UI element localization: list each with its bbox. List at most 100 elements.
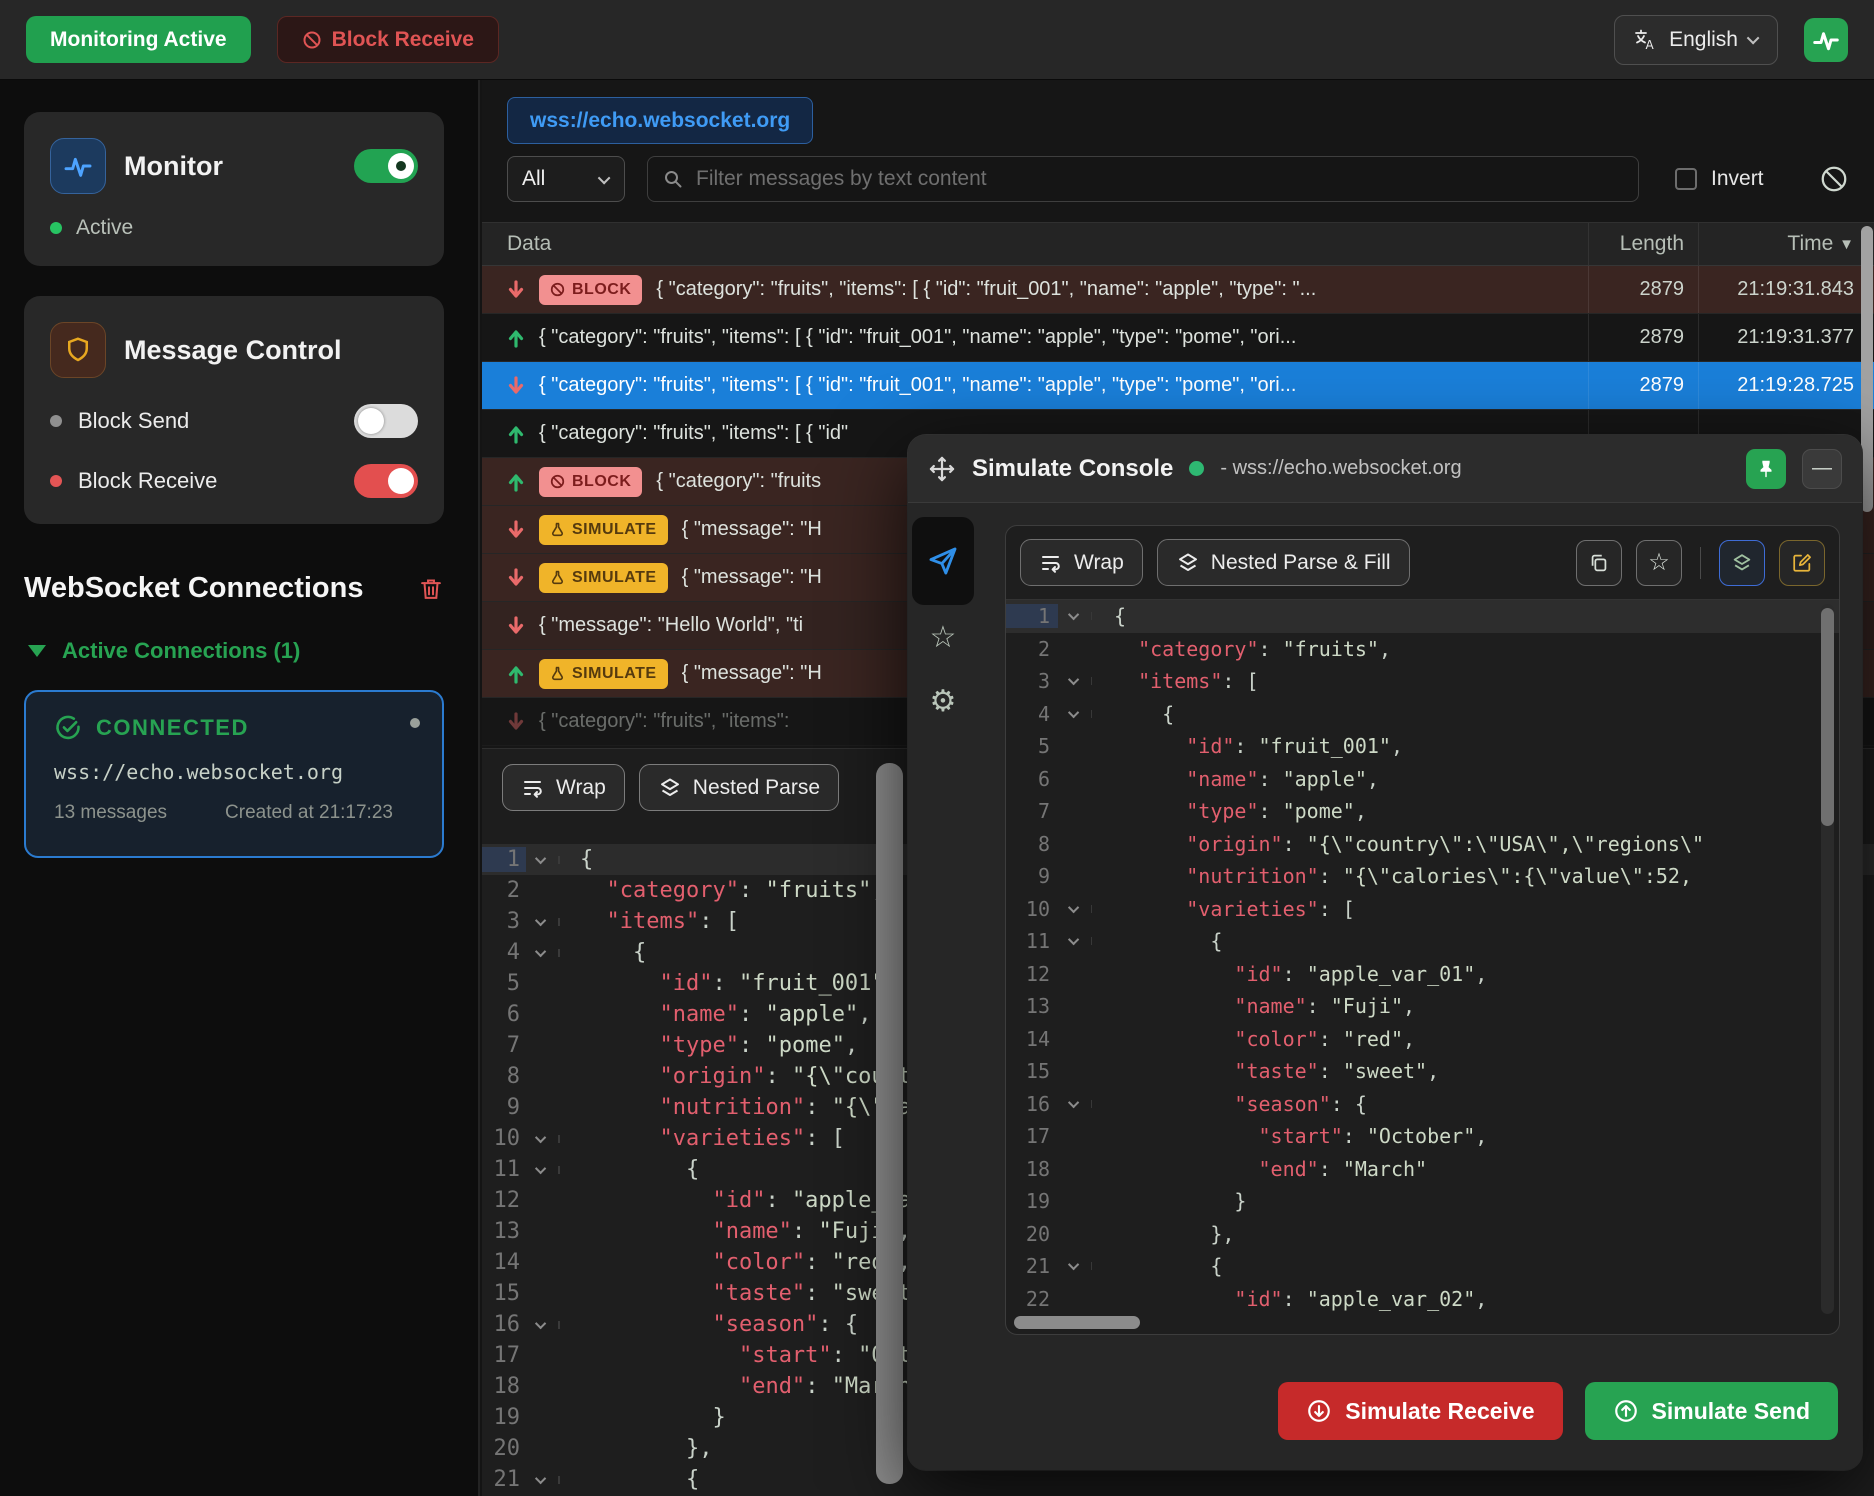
tab-favorites[interactable]: ☆ xyxy=(912,605,974,669)
column-length[interactable]: Length xyxy=(1588,223,1698,265)
line-number: 4 xyxy=(482,940,526,965)
minimize-button[interactable]: — xyxy=(1802,449,1842,489)
trash-icon[interactable] xyxy=(418,576,444,602)
editor-line: 19 } xyxy=(1006,1185,1839,1218)
column-time[interactable]: Time ▼ xyxy=(1698,223,1874,265)
message-type-select[interactable]: All xyxy=(507,156,625,202)
tab-send[interactable] xyxy=(912,517,974,605)
fold-chevron-icon[interactable] xyxy=(526,918,560,926)
block-receive-pill[interactable]: Block Receive xyxy=(277,16,499,63)
invert-checkbox-row[interactable]: Invert xyxy=(1675,167,1764,191)
badge-label: BLOCK xyxy=(572,281,631,299)
search-input[interactable] xyxy=(696,167,1624,191)
shield-icon xyxy=(50,322,106,378)
editor-line: 2 "category": "fruits", xyxy=(1006,633,1839,666)
code-line: { xyxy=(1114,1254,1839,1278)
editor-line: 15 "taste": "sweet", xyxy=(1006,1055,1839,1088)
line-number: 4 xyxy=(1006,702,1058,726)
filter-search xyxy=(647,156,1639,202)
ban-icon xyxy=(550,474,565,489)
fold-chevron-icon[interactable] xyxy=(1058,1262,1092,1270)
star-icon: ☆ xyxy=(930,620,957,655)
line-number: 22 xyxy=(1006,1287,1058,1311)
fold-chevron-icon[interactable] xyxy=(526,1135,560,1143)
status-badge: SIMULATE xyxy=(539,515,668,545)
line-number: 18 xyxy=(482,1374,526,1399)
code-line: "start": "October", xyxy=(1114,1124,1839,1148)
fold-chevron-icon[interactable] xyxy=(1058,677,1092,685)
line-number: 2 xyxy=(1006,637,1058,661)
editor-line: 4 { xyxy=(1006,698,1839,731)
move-icon[interactable] xyxy=(928,455,956,483)
nested-mode-button[interactable] xyxy=(1719,540,1765,586)
edit-button[interactable] xyxy=(1779,540,1825,586)
panel-scrollbar-thumb[interactable] xyxy=(876,763,903,1484)
console-json-editor[interactable]: 1{2 "category": "fruits",3 "items": [4 {… xyxy=(1006,600,1839,1334)
nested-parse-button[interactable]: Nested Parse xyxy=(639,764,839,811)
connection-created-at: Created at 21:17:23 xyxy=(225,802,393,824)
code-line: { xyxy=(1114,929,1839,953)
simulate-receive-label: Simulate Receive xyxy=(1345,1398,1534,1425)
line-number: 16 xyxy=(482,1312,526,1337)
chevron-down-icon xyxy=(598,171,611,184)
sidebar: Monitor Active Message Control Block Sen… xyxy=(0,80,480,1496)
table-scrollbar-thumb[interactable] xyxy=(1861,226,1873,512)
fold-chevron-icon[interactable] xyxy=(1058,612,1092,620)
line-number: 17 xyxy=(482,1343,526,1368)
monitor-title: Monitor xyxy=(124,151,336,182)
fold-chevron-icon[interactable] xyxy=(526,856,560,864)
fold-chevron-icon[interactable] xyxy=(526,1321,560,1329)
table-row[interactable]: BLOCK { "category": "fruits", "items": [… xyxy=(482,266,1874,314)
pin-button[interactable] xyxy=(1746,449,1786,489)
wrap-label: Wrap xyxy=(556,776,606,800)
fold-chevron-icon[interactable] xyxy=(1058,710,1092,718)
column-data[interactable]: Data xyxy=(482,232,1588,256)
fold-chevron-icon[interactable] xyxy=(526,1166,560,1174)
editor-hscrollbar-thumb[interactable] xyxy=(1014,1316,1140,1329)
console-header[interactable]: Simulate Console - wss://echo.websocket.… xyxy=(908,435,1862,503)
active-connections-group[interactable]: Active Connections (1) xyxy=(28,638,300,664)
line-number: 7 xyxy=(1006,799,1058,823)
editor-scrollbar-thumb[interactable] xyxy=(1821,608,1834,826)
console-wrap-button[interactable]: Wrap xyxy=(1020,539,1143,586)
simulate-receive-button[interactable]: Simulate Receive xyxy=(1278,1382,1562,1440)
simulate-console-window: Simulate Console - wss://echo.websocket.… xyxy=(908,435,1862,1470)
monitor-toggle[interactable] xyxy=(354,149,418,183)
code-line: "items": [ xyxy=(1114,669,1839,693)
nested-parse-fill-button[interactable]: Nested Parse & Fill xyxy=(1157,539,1410,586)
fold-chevron-icon[interactable] xyxy=(1058,1100,1092,1108)
block-send-toggle[interactable] xyxy=(354,404,418,438)
copy-button[interactable] xyxy=(1576,540,1622,586)
simulate-send-label: Simulate Send xyxy=(1652,1398,1810,1425)
line-number: 8 xyxy=(482,1064,526,1089)
fold-chevron-icon[interactable] xyxy=(1058,905,1092,913)
line-number: 13 xyxy=(1006,994,1058,1018)
table-row[interactable]: { "category": "fruits", "items": [ { "id… xyxy=(482,362,1874,410)
console-status-dot xyxy=(1189,461,1204,476)
search-icon xyxy=(662,168,684,190)
connection-card[interactable]: CONNECTED wss://echo.websocket.org 13 me… xyxy=(24,690,444,858)
table-row[interactable]: { "category": "fruits", "items": [ { "id… xyxy=(482,314,1874,362)
invert-checkbox[interactable] xyxy=(1675,168,1697,190)
app-logo xyxy=(1804,18,1848,62)
wrap-button[interactable]: Wrap xyxy=(502,764,625,811)
simulate-send-button[interactable]: Simulate Send xyxy=(1585,1382,1838,1440)
block-receive-toggle[interactable] xyxy=(354,464,418,498)
tab-settings[interactable]: ⚙ xyxy=(912,669,974,733)
fold-chevron-icon[interactable] xyxy=(526,1476,560,1484)
message-time: 21:19:31.843 xyxy=(1698,266,1874,313)
language-selector[interactable]: A English xyxy=(1614,15,1778,65)
fold-chevron-icon[interactable] xyxy=(526,949,560,957)
editor-line: 5 "id": "fruit_001", xyxy=(1006,730,1839,763)
favorite-button[interactable]: ☆ xyxy=(1636,540,1682,586)
layers-icon xyxy=(1731,552,1753,574)
fold-chevron-icon[interactable] xyxy=(1058,937,1092,945)
code-line: "end": "March" xyxy=(1114,1157,1839,1181)
editor-line: 7 "type": "pome", xyxy=(1006,795,1839,828)
code-line: "category": "fruits", xyxy=(1114,637,1839,661)
connection-tab[interactable]: wss://echo.websocket.org xyxy=(507,97,813,144)
nested-parse-label: Nested Parse xyxy=(693,776,820,800)
message-preview: { "category": "fruits xyxy=(656,470,821,493)
monitoring-active-button[interactable]: Monitoring Active xyxy=(26,16,251,63)
clear-block-icon[interactable] xyxy=(1819,164,1849,194)
